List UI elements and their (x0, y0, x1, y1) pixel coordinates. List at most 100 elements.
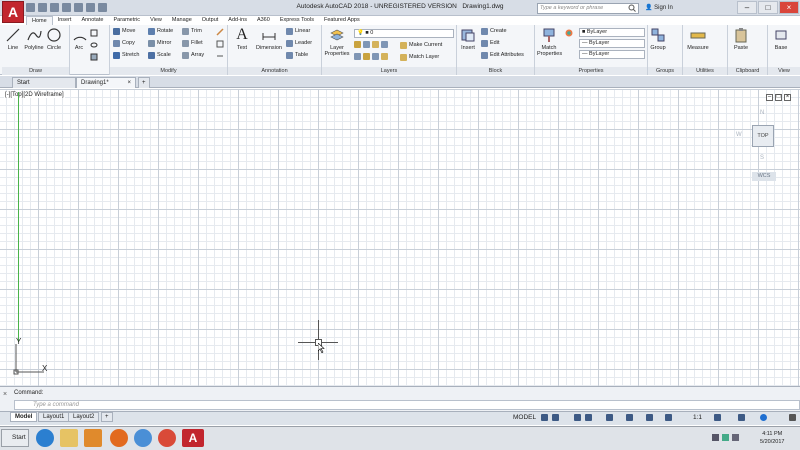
annotation-scale-icon[interactable] (665, 414, 672, 421)
system-clock[interactable]: 4:11 PM 5/20/2017 (760, 430, 784, 446)
edit-attributes-button[interactable]: Edit Attributes (481, 51, 524, 60)
viewcube-top-face[interactable]: TOP (752, 125, 774, 147)
internet-explorer-icon[interactable] (36, 429, 54, 447)
hardware-acceleration-icon[interactable] (760, 414, 767, 421)
panel-title-view[interactable]: View (768, 67, 800, 75)
tab-a360[interactable]: A360 (252, 16, 275, 25)
wcs-menu[interactable]: WCS (752, 172, 776, 181)
isolate-objects-icon[interactable] (738, 414, 745, 421)
tab-home[interactable]: Home (26, 16, 53, 25)
color-wheel-icon[interactable] (565, 29, 573, 37)
annotation-scale-value[interactable]: 1:1 (693, 414, 702, 421)
chrome-icon[interactable] (158, 429, 176, 447)
polar-icon[interactable] (585, 414, 592, 421)
offset-icon[interactable] (216, 52, 224, 60)
chrome-canary-icon[interactable] (134, 429, 152, 447)
trim-button[interactable]: Trim (182, 27, 202, 36)
tab-featured-apps[interactable]: Featured Apps (319, 16, 365, 25)
edit-block-button[interactable]: Edit (481, 39, 499, 48)
start-button[interactable]: Start (1, 429, 29, 447)
tab-start[interactable]: Start (12, 77, 76, 88)
rectangle-icon[interactable] (90, 29, 98, 37)
rotate-button[interactable]: Rotate (148, 27, 173, 36)
tab-annotate[interactable]: Annotate (76, 16, 108, 25)
object-snap-icon[interactable] (626, 414, 633, 421)
compass-north[interactable]: N (760, 110, 764, 116)
erase-icon[interactable] (216, 28, 224, 36)
viewport-restore-icon[interactable]: □ (775, 94, 782, 101)
command-close-icon[interactable]: × (3, 391, 7, 398)
panel-title-groups[interactable]: Groups (648, 67, 682, 75)
layer-dropdown[interactable]: 💡 ■ 0 (354, 29, 454, 38)
stretch-button[interactable]: Stretch (113, 51, 139, 60)
tray-arrow-icon[interactable] (712, 434, 719, 441)
base-button[interactable]: Base (772, 27, 790, 51)
command-input[interactable]: Type a command (14, 400, 800, 410)
table-button[interactable]: Table (286, 51, 308, 60)
grid-icon[interactable] (541, 414, 548, 421)
panel-title-utilities[interactable]: Utilities (683, 67, 727, 75)
search-icon[interactable] (628, 4, 636, 12)
layer-freeze-icon[interactable] (372, 41, 379, 48)
panel-title-clipboard[interactable]: Clipboard (728, 67, 767, 75)
panel-title-annotation[interactable]: Annotation (228, 67, 321, 75)
new-tab-button[interactable]: + (138, 77, 150, 88)
customization-menu-icon[interactable] (789, 414, 796, 421)
leader-button[interactable]: Leader (286, 39, 312, 48)
model-space-toggle[interactable]: MODEL (513, 414, 536, 421)
tab-express-tools[interactable]: Express Tools (275, 16, 319, 25)
match-properties-button[interactable]: Match Properties (537, 27, 562, 57)
color-dropdown[interactable]: ■ ByLayer (579, 28, 645, 37)
file-explorer-icon[interactable] (60, 429, 78, 447)
layer-isolate-icon[interactable] (363, 41, 370, 48)
hatch-icon[interactable] (90, 41, 98, 49)
workspace-gear-icon[interactable] (714, 414, 721, 421)
measure-button[interactable]: Measure (685, 27, 711, 51)
layer-thaw-icon[interactable] (363, 53, 370, 60)
layer-unlock-icon[interactable] (372, 53, 379, 60)
explode-icon[interactable] (216, 40, 224, 48)
fillet-button[interactable]: Fillet (182, 39, 203, 48)
array-button[interactable]: Array (182, 51, 204, 60)
copy-button[interactable]: Copy (113, 39, 135, 48)
paste-button[interactable]: Paste (732, 27, 750, 51)
firefox-icon[interactable] (110, 429, 128, 447)
isodraft-icon[interactable] (606, 414, 613, 421)
panel-title-block[interactable]: Block (457, 67, 534, 75)
make-current-button[interactable]: Make Current (400, 41, 442, 50)
tab-layout2[interactable]: Layout2 (68, 412, 100, 422)
layer-properties-button[interactable]: Layer Properties (324, 27, 350, 57)
compass-west[interactable]: W (736, 132, 742, 138)
scale-button[interactable]: Scale (148, 51, 171, 60)
linetype-dropdown[interactable]: — ByLayer (579, 50, 645, 59)
close-tab-icon[interactable]: × (127, 78, 131, 88)
compass-south[interactable]: S (760, 155, 764, 161)
layer-lock-icon[interactable] (381, 41, 388, 48)
drawing-canvas[interactable] (0, 89, 800, 386)
layer-walk-icon[interactable] (381, 53, 388, 60)
mirror-button[interactable]: Mirror (148, 39, 171, 48)
panel-title-modify[interactable]: Modify (110, 67, 227, 75)
tray-volume-icon[interactable] (732, 434, 739, 441)
panel-title-properties[interactable]: Properties (535, 67, 647, 75)
tab-add-ins[interactable]: Add-ins (223, 16, 252, 25)
autocad-taskbar-icon[interactable]: A (182, 429, 204, 447)
layer-off-icon[interactable] (354, 41, 361, 48)
tab-drawing1[interactable]: Drawing1* × (76, 77, 136, 88)
match-layer-button[interactable]: Match Layer (400, 53, 439, 62)
snap-icon[interactable] (552, 414, 559, 421)
text-button[interactable]: A Text (234, 27, 250, 52)
sign-in-button[interactable]: 👤 Sign In (645, 4, 673, 11)
media-player-icon[interactable] (84, 429, 102, 447)
tab-model[interactable]: Model (10, 412, 38, 422)
maximize-button[interactable]: □ (758, 1, 778, 14)
tab-manage[interactable]: Manage (167, 16, 197, 25)
polyline-button[interactable]: Polyline (23, 27, 45, 51)
create-block-button[interactable]: Create (481, 27, 507, 36)
insert-button[interactable]: Insert (459, 27, 477, 51)
tab-layout1[interactable]: Layout1 (38, 412, 70, 422)
close-button[interactable]: × (779, 1, 799, 14)
move-button[interactable]: Move (113, 27, 135, 36)
application-menu-button[interactable]: A (2, 1, 24, 23)
lineweight-dropdown[interactable]: — ByLayer (579, 39, 645, 48)
